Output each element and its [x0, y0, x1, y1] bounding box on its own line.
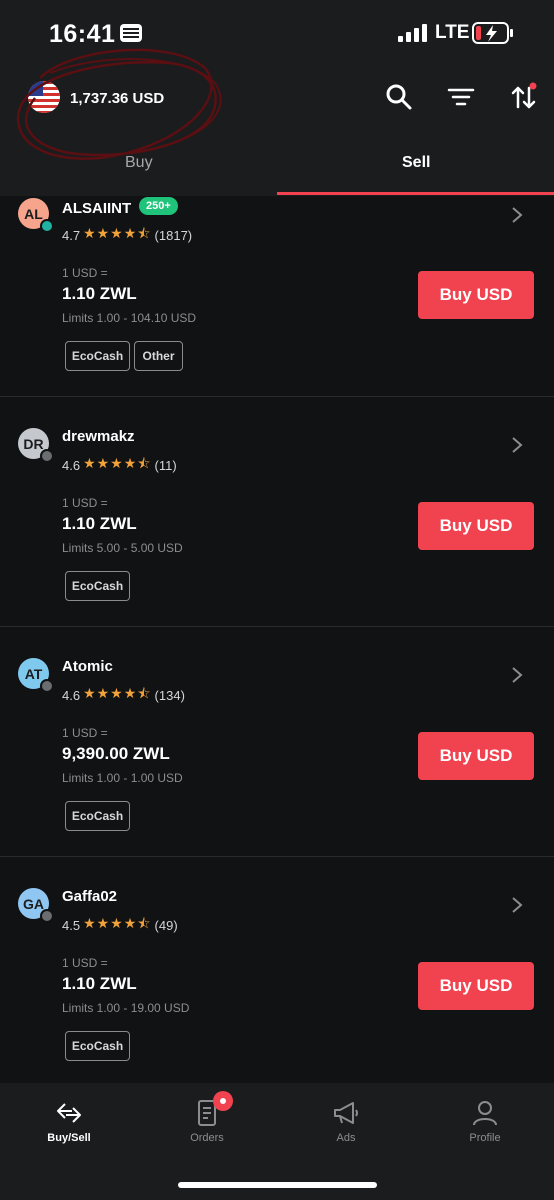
review-count: (49)	[154, 917, 178, 933]
nav-buy-sell[interactable]: Buy/Sell	[19, 1098, 119, 1144]
offer-limits: Limits 1.00 - 104.10 USD	[62, 311, 197, 325]
rate-label: 1 USD =	[62, 496, 108, 510]
rating-value: 4.5	[62, 917, 81, 933]
chevron-right-icon[interactable]	[510, 436, 524, 454]
trades-badge: 250+	[139, 197, 178, 215]
buy-usd-button[interactable]: Buy USD	[418, 271, 534, 319]
offer-card[interactable]: DR drewmakz 4.6 ★★★★⯪ (11) 1 USD = 1.10 …	[0, 397, 554, 627]
trader-rating: 4.6 ★★★★⯪ (134)	[62, 683, 185, 707]
buy-usd-button[interactable]: Buy USD	[418, 502, 534, 550]
star-rating-icon: ★★★★⯪	[83, 225, 152, 241]
offer-card[interactable]: GA Gaffa02 4.5 ★★★★⯪ (49) 1 USD = 1.10 Z…	[0, 857, 554, 1086]
sort-icon[interactable]	[509, 82, 539, 112]
trader-name: Atomic	[62, 658, 113, 675]
tab-buy[interactable]: Buy	[125, 154, 153, 172]
rating-value: 4.6	[62, 457, 81, 473]
payment-method-tag: EcoCash	[65, 801, 130, 831]
offer-price: 1.10 ZWL	[62, 284, 137, 303]
megaphone-icon	[334, 1102, 358, 1124]
rating-value: 4.7	[62, 227, 81, 243]
payment-method-tag: Other	[134, 341, 183, 371]
notification-badge	[213, 1091, 233, 1111]
chevron-right-icon[interactable]	[510, 206, 524, 224]
payment-method-tag: EcoCash	[65, 571, 130, 601]
star-rating-icon: ★★★★⯪	[83, 685, 152, 701]
rate-label: 1 USD =	[62, 956, 108, 970]
rate-label: 1 USD =	[62, 266, 108, 280]
network-type: LTE	[435, 22, 470, 43]
trader-rating: 4.7 ★★★★⯪ (1817)	[62, 223, 192, 247]
rating-value: 4.6	[62, 687, 81, 703]
offer-list: AL ALSAIINT 250+ 4.7 ★★★★⯪ (1817) 1 USD …	[0, 196, 554, 1086]
nav-label: Ads	[336, 1132, 356, 1144]
offer-price: 1.10 ZWL	[62, 974, 137, 993]
filter-icon[interactable]	[446, 82, 476, 112]
signal-icon	[398, 24, 427, 42]
trader-name: drewmakz	[62, 428, 135, 445]
star-rating-icon: ★★★★⯪	[83, 915, 152, 931]
payment-method-tag: EcoCash	[65, 341, 130, 371]
buy-usd-button[interactable]: Buy USD	[418, 732, 534, 780]
nav-profile[interactable]: Profile	[435, 1098, 535, 1144]
chevron-right-icon[interactable]	[510, 666, 524, 684]
offer-price: 9,390.00 ZWL	[62, 744, 170, 763]
payment-method-tag: EcoCash	[65, 1031, 130, 1061]
review-count: (11)	[154, 457, 177, 473]
active-tab-indicator	[277, 192, 554, 195]
review-count: (134)	[154, 687, 185, 703]
battery-icon	[472, 22, 513, 44]
offline-status-dot	[40, 679, 54, 693]
buy-usd-button[interactable]: Buy USD	[418, 962, 534, 1010]
nav-ads[interactable]: Ads	[296, 1098, 396, 1144]
offer-limits: Limits 5.00 - 5.00 USD	[62, 541, 183, 555]
offline-status-dot	[40, 449, 54, 463]
app-header: 1,737.36 USD Buy Sell	[0, 48, 554, 196]
wallet-balance[interactable]: 1,737.36 USD	[70, 90, 164, 107]
trader-rating: 4.6 ★★★★⯪ (11)	[62, 453, 177, 477]
tab-sell[interactable]: Sell	[402, 154, 430, 172]
nav-label: Profile	[469, 1132, 501, 1144]
menu-lines-icon	[120, 24, 142, 42]
trader-name: ALSAIINT	[62, 200, 132, 217]
star-rating-icon: ★★★★⯪	[83, 455, 152, 471]
nav-label: Buy/Sell	[47, 1132, 91, 1144]
status-time: 16:41	[49, 20, 116, 48]
trader-name: Gaffa02	[62, 888, 118, 905]
search-icon[interactable]	[384, 82, 414, 112]
trader-rating: 4.5 ★★★★⯪ (49)	[62, 913, 178, 937]
nav-orders[interactable]: Orders	[157, 1098, 257, 1144]
home-indicator[interactable]	[178, 1182, 377, 1188]
chevron-right-icon[interactable]	[510, 896, 524, 914]
flag-us-icon[interactable]	[28, 81, 60, 113]
profile-icon	[473, 1101, 497, 1126]
review-count: (1817)	[154, 227, 193, 243]
nav-label: Orders	[190, 1132, 224, 1144]
offer-limits: Limits 1.00 - 1.00 USD	[62, 771, 183, 785]
offer-limits: Limits 1.00 - 19.00 USD	[62, 1001, 190, 1015]
offer-price: 1.10 ZWL	[62, 514, 137, 533]
online-status-dot	[40, 219, 54, 233]
rate-label: 1 USD =	[62, 726, 108, 740]
status-bar: 16:41 LTE	[0, 0, 554, 66]
offline-status-dot	[40, 909, 54, 923]
offer-card[interactable]: AL ALSAIINT 250+ 4.7 ★★★★⯪ (1817) 1 USD …	[0, 196, 554, 397]
offer-card[interactable]: AT Atomic 4.6 ★★★★⯪ (134) 1 USD = 9,390.…	[0, 627, 554, 857]
swap-arrows-icon	[57, 1103, 81, 1123]
